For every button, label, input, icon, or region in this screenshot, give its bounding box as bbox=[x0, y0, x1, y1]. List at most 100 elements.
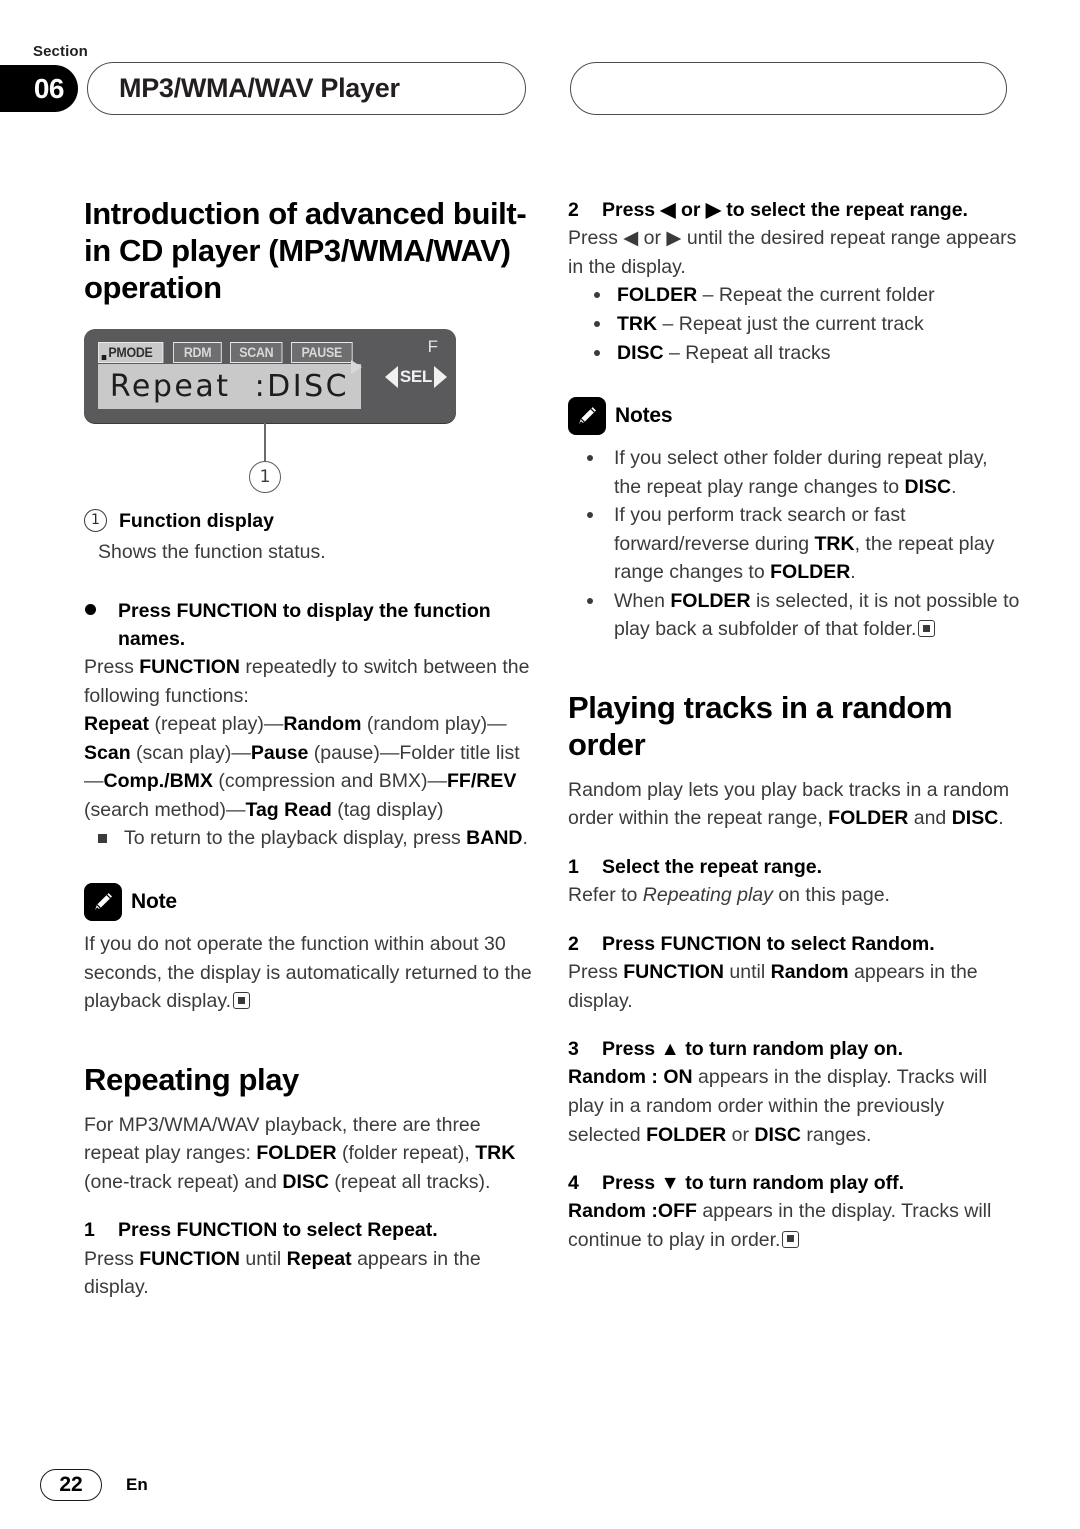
right-step3-run-3: or bbox=[726, 1123, 755, 1146]
function-chain-run-2: Random bbox=[283, 713, 362, 736]
note-item: When FOLDER is selected, it is not possi… bbox=[568, 587, 1020, 644]
refer-to-text: Refer to bbox=[568, 884, 643, 907]
repeating-para-run-4: (one-track repeat) and bbox=[84, 1170, 283, 1193]
function-chain-run-12: Tag Read bbox=[245, 798, 332, 821]
step-1-body-random: Refer to Repeating play on this page. bbox=[568, 881, 1020, 910]
repeat-range-name: FOLDER bbox=[617, 284, 698, 307]
callout-ref-icon: 1 bbox=[84, 508, 107, 532]
repeat-range-options-list: FOLDER – Repeat the current folder TRK – … bbox=[568, 281, 1020, 367]
right-step3-run-0: Random : ON bbox=[568, 1066, 693, 1089]
note-item: If you perform track search or fast forw… bbox=[568, 501, 1020, 587]
pencil-icon bbox=[84, 883, 122, 921]
left-step1-run-1: FUNCTION bbox=[139, 1247, 241, 1270]
tag-rdm-label: RDM bbox=[183, 344, 211, 360]
function-chain-run-8: Comp./BMX bbox=[103, 770, 213, 793]
step-4-heading-random: 4 Press ▼ to turn random play off. bbox=[568, 1169, 1020, 1197]
repeating-para-run-2: (folder repeat), bbox=[336, 1142, 476, 1165]
repeat-range-name: DISC bbox=[617, 341, 664, 364]
repeat-range-desc: – Repeat all tracks bbox=[663, 341, 831, 364]
left-step1-run-0: Press bbox=[84, 1247, 140, 1270]
section-number: 06 bbox=[33, 72, 65, 104]
left-step1-run-2: until bbox=[240, 1247, 287, 1270]
end-of-section-icon bbox=[918, 620, 936, 638]
tag-pmode-label: PMODE bbox=[108, 344, 153, 360]
step-2-text-random: Press FUNCTION to select Random. bbox=[602, 932, 935, 955]
tag-scan-label: SCAN bbox=[239, 344, 274, 360]
step-4-number-random: 4 bbox=[568, 1172, 579, 1195]
f-indicator: F bbox=[427, 336, 438, 356]
repeating-para-run-6: (repeat all tracks). bbox=[328, 1170, 491, 1193]
function-chain-run-0: Repeat bbox=[84, 713, 150, 736]
callout-description: Shows the function status. bbox=[98, 540, 326, 563]
left-column: Introduction of advanced built-in CD pla… bbox=[84, 196, 536, 1302]
step-1-heading-random: 1 Select the repeat range. bbox=[568, 853, 1020, 881]
page-footer: 22 En bbox=[40, 1469, 148, 1501]
step-2-number-right: 2 bbox=[568, 199, 579, 221]
note-header-left: Note bbox=[84, 883, 536, 921]
right-step2-run-0: Press bbox=[568, 960, 624, 983]
step-2-body-random: Press FUNCTION until Random appears in t… bbox=[568, 958, 1020, 1015]
step-1-text-random: Select the repeat range. bbox=[602, 855, 823, 878]
callout-label: Function display bbox=[119, 509, 274, 532]
function-chain-run-1: (repeat play)— bbox=[149, 713, 284, 736]
lcd-arrow-icon bbox=[351, 359, 362, 374]
function-chain-run-11: (search method)— bbox=[84, 798, 246, 821]
square-note-text-c: . bbox=[522, 827, 528, 850]
right-step4-run-0: Random :OFF bbox=[568, 1200, 697, 1223]
section-label: Section bbox=[33, 43, 88, 60]
step-1-heading-left: 1 Press FUNCTION to select Repeat. bbox=[84, 1216, 536, 1244]
paragraph-function-press: Press FUNCTION repeatedly to switch betw… bbox=[84, 653, 536, 710]
heading-repeating-play: Repeating play bbox=[84, 1061, 299, 1097]
function-chain-run-10: FF/REV bbox=[447, 770, 517, 793]
step-2-number-random: 2 bbox=[568, 932, 579, 955]
step-3-body-random: Random : ON appears in the display. Trac… bbox=[568, 1063, 1020, 1149]
heading-random-order: Playing tracks in a random order bbox=[568, 690, 953, 762]
bullet-dot-icon bbox=[85, 603, 96, 615]
text-function-key: FUNCTION bbox=[139, 656, 241, 679]
sel-label: SEL bbox=[399, 366, 432, 386]
tag-pause: PAUSE bbox=[291, 341, 353, 363]
sel-control-group: SEL bbox=[384, 365, 447, 388]
callout-marker-1: 1 bbox=[249, 460, 281, 493]
repeat-range-option: DISC – Repeat all tracks bbox=[568, 339, 1020, 368]
bullet-dot-icon bbox=[587, 512, 593, 519]
random-para-run-3: DISC bbox=[951, 807, 999, 830]
right-step2-run-1: FUNCTION bbox=[623, 960, 725, 983]
right-step3-run-2: FOLDER bbox=[646, 1123, 727, 1146]
refer-to-suffix: on this page. bbox=[772, 884, 890, 907]
callout-legend-1: 1 Function display bbox=[84, 508, 536, 534]
bullet-dot-icon bbox=[594, 320, 600, 327]
right-step2-run-3: Random bbox=[770, 960, 849, 983]
note-2-run-0: When bbox=[614, 589, 671, 612]
step-1-body-left: Press FUNCTION until Repeat appears in t… bbox=[84, 1245, 536, 1302]
bullet-dot-icon bbox=[594, 292, 600, 299]
paragraph-function-chain: Repeat (repeat play)—Random (random play… bbox=[84, 710, 536, 824]
function-chain-run-5: (scan play)— bbox=[130, 741, 251, 764]
section-number-badge: 06 bbox=[0, 65, 78, 112]
header-pill-right bbox=[570, 62, 1007, 115]
note-text-left: If you do not operate the function withi… bbox=[84, 930, 536, 1016]
step-1-number-random: 1 bbox=[568, 855, 579, 878]
bullet-heading-function: Press FUNCTION to display the function n… bbox=[84, 597, 536, 654]
function-chain-run-6: Pause bbox=[250, 741, 309, 764]
step-1-text-left: Press FUNCTION to select Repeat. bbox=[118, 1219, 438, 1242]
step-2-text-right: Press ◀ or ▶ to select the repeat range. bbox=[602, 199, 968, 221]
page-title: MP3/WMA/WAV Player bbox=[119, 73, 400, 103]
repeating-para-run-5: DISC bbox=[282, 1170, 329, 1193]
repeat-range-desc: – Repeat just the current track bbox=[657, 312, 924, 335]
lcd-function-display: Repeat :DISC bbox=[98, 359, 362, 409]
chevron-right-icon bbox=[434, 365, 447, 388]
repeating-para-run-1: FOLDER bbox=[256, 1142, 337, 1165]
note-0-run-2: . bbox=[951, 475, 957, 498]
paragraph-repeating-play: For MP3/WMA/WAV playback, there are thre… bbox=[84, 1111, 536, 1197]
random-para-run-1: FOLDER bbox=[828, 807, 909, 830]
note-1-run-1: TRK bbox=[814, 532, 855, 555]
bullet-dot-icon bbox=[587, 455, 593, 462]
display-figure: PMODE RDM SCAN PAUSE Repeat :DISC F SEL … bbox=[84, 328, 456, 493]
right-step3-run-4: DISC bbox=[754, 1123, 802, 1146]
step-3-number-random: 3 bbox=[568, 1038, 579, 1061]
tag-rdm: RDM bbox=[172, 341, 222, 363]
tag-pause-label: PAUSE bbox=[301, 344, 343, 360]
notes-list: If you select other folder during repeat… bbox=[568, 444, 1020, 644]
bullet-dot-icon bbox=[587, 597, 593, 604]
